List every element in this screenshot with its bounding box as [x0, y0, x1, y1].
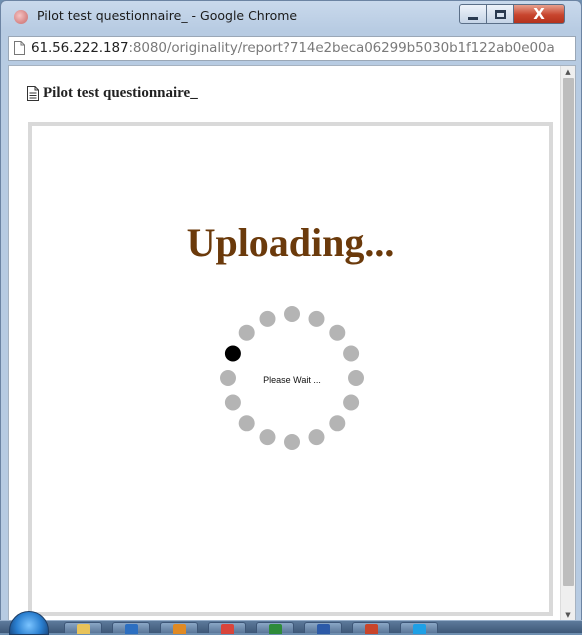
spinner-dot — [343, 394, 360, 411]
spinner-dot — [329, 324, 346, 341]
spinner-dot — [259, 429, 276, 446]
maximize-icon — [494, 9, 506, 19]
browser-window: Pilot test questionnaire_ - Google Chrom… — [0, 0, 582, 622]
document-header: Pilot test questionnaire_ — [27, 85, 198, 102]
spinner-dot — [259, 310, 276, 327]
url-text[interactable]: 61.56.222.187:8080/originality/report?71… — [31, 40, 555, 56]
taskbar-button[interactable] — [112, 622, 150, 634]
upload-frame: Uploading... Please Wait ... — [28, 122, 553, 616]
page-icon — [14, 41, 25, 55]
taskbar-button[interactable] — [208, 622, 246, 634]
document-title: Pilot test questionnaire_ — [43, 85, 198, 101]
taskbar-button[interactable] — [160, 622, 198, 634]
scroll-thumb[interactable] — [563, 78, 574, 586]
spinner-dot — [329, 415, 346, 432]
address-bar[interactable]: 61.56.222.187:8080/originality/report?71… — [8, 36, 576, 61]
document-icon — [27, 86, 39, 101]
spinner-dot — [238, 324, 255, 341]
url-path: :8080/originality/report?714e2beca06299b… — [128, 40, 555, 56]
close-icon: X — [533, 4, 545, 23]
taskbar-button[interactable] — [304, 622, 342, 634]
window-title: Pilot test questionnaire_ - Google Chrom… — [37, 8, 298, 23]
spinner-dot — [343, 345, 360, 362]
please-wait-text: Please Wait ... — [263, 375, 321, 385]
url-host: 61.56.222.187 — [31, 40, 129, 56]
spinner-dot — [284, 434, 300, 450]
chrome-app-icon — [14, 10, 28, 24]
minimize-button[interactable] — [459, 4, 487, 24]
spinner-dot — [348, 370, 364, 386]
vertical-scrollbar[interactable]: ▲ ▼ — [560, 66, 575, 621]
spinner-dot-active — [224, 345, 241, 362]
taskbar-button[interactable] — [352, 622, 390, 634]
spinner-dot — [308, 310, 325, 327]
maximize-button[interactable] — [487, 4, 514, 24]
spinner-dot — [224, 394, 241, 411]
spinner-dot — [308, 429, 325, 446]
page-viewport: Pilot test questionnaire_ Uploading... P… — [8, 65, 576, 622]
close-button[interactable]: X — [514, 4, 565, 24]
taskbar-button[interactable] — [400, 622, 438, 634]
spinner-dot — [284, 306, 300, 322]
scroll-up-arrow-icon[interactable]: ▲ — [561, 66, 575, 78]
taskbar-button[interactable] — [64, 622, 102, 634]
title-bar[interactable]: Pilot test questionnaire_ - Google Chrom… — [1, 1, 581, 33]
taskbar-button[interactable] — [256, 622, 294, 634]
spinner-dot — [238, 415, 255, 432]
minimize-icon — [468, 16, 478, 20]
spinner-dot — [220, 370, 236, 386]
loading-spinner — [220, 306, 364, 450]
